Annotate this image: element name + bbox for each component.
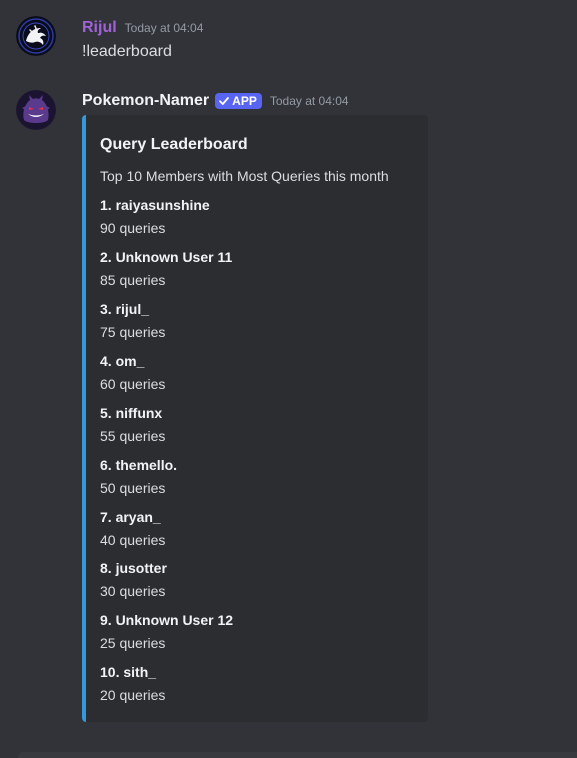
entry-name: 5. niffunx xyxy=(100,405,163,421)
entry-value: 30 queries xyxy=(100,583,166,599)
dragon-logo-icon xyxy=(16,16,56,56)
message-header: Pokemon-Namer APP Today at 04:04 xyxy=(82,90,349,112)
gengar-avatar-icon xyxy=(16,90,56,130)
entry-value: 50 queries xyxy=(100,480,166,496)
leaderboard-entry: 8. jusotter 30 queries xyxy=(100,558,420,601)
embed-title: Query Leaderboard xyxy=(100,136,248,153)
leaderboard-entry: 7. aryan_ 40 queries xyxy=(100,507,420,550)
leaderboard-entry: 5. niffunx 55 queries xyxy=(100,403,420,446)
leaderboard-entry: 2. Unknown User 11 85 queries xyxy=(100,247,420,290)
entry-value: 60 queries xyxy=(100,376,166,392)
leaderboard-entry: 9. Unknown User 12 25 queries xyxy=(100,610,420,653)
entry-value: 55 queries xyxy=(100,428,166,444)
leaderboard-entry: 10. sith_ 20 queries xyxy=(100,662,420,705)
leaderboard-entry: 6. themello. 50 queries xyxy=(100,455,420,498)
timestamp: Today at 04:04 xyxy=(124,21,204,35)
entry-name: 4. om_ xyxy=(100,353,145,369)
entry-value: 25 queries xyxy=(100,635,166,651)
embed-description: Top 10 Members with Most Queries this mo… xyxy=(100,168,389,184)
app-badge-label: APP xyxy=(232,94,257,108)
entry-name: 1. raiyasunshine xyxy=(100,197,210,213)
entry-name: 3. rijul_ xyxy=(100,301,150,317)
message-header: Rijul Today at 04:04 xyxy=(82,17,203,39)
timestamp: Today at 04:04 xyxy=(269,94,349,108)
message-input-box[interactable] xyxy=(18,752,577,758)
leaderboard-entry: 4. om_ 60 queries xyxy=(100,351,420,394)
app-badge: APP xyxy=(215,93,262,109)
entry-name: 10. sith_ xyxy=(100,664,157,680)
user-avatar-rijul[interactable] xyxy=(16,16,56,56)
entry-name: 9. Unknown User 12 xyxy=(100,612,234,628)
username[interactable]: Rijul xyxy=(82,17,117,39)
leaderboard-entry: 1. raiyasunshine 90 queries xyxy=(100,195,420,238)
username[interactable]: Pokemon-Namer xyxy=(82,90,209,112)
verified-check-icon xyxy=(219,97,230,105)
leaderboard-entry: 3. rijul_ 75 queries xyxy=(100,299,420,342)
entry-name: 6. themello. xyxy=(100,457,178,473)
user-avatar-pokemon-namer[interactable] xyxy=(16,90,56,130)
leaderboard-embed: Query Leaderboard Top 10 Members with Mo… xyxy=(82,115,428,722)
entry-value: 90 queries xyxy=(100,220,166,236)
message-content: !leaderboard xyxy=(82,43,172,60)
entry-name: 7. aryan_ xyxy=(100,509,161,525)
entry-value: 85 queries xyxy=(100,272,166,288)
entry-value: 75 queries xyxy=(100,324,166,340)
entry-value: 20 queries xyxy=(100,687,166,703)
entry-value: 40 queries xyxy=(100,532,166,548)
entry-name: 8. jusotter xyxy=(100,560,167,576)
entry-name: 2. Unknown User 11 xyxy=(100,249,233,265)
